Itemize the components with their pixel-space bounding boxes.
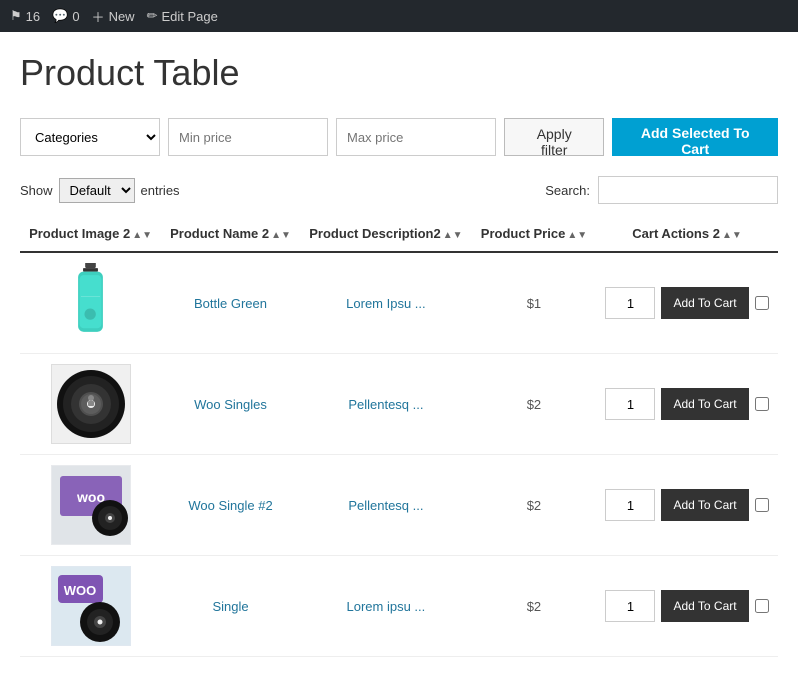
product-desc-cell: Pellentesq ... [300, 455, 472, 556]
table-row: WOO Single Lorem ipsu ... $2 [20, 556, 778, 657]
search-label: Search: [545, 183, 590, 198]
svg-text:WOO: WOO [63, 583, 96, 598]
cart-actions: Add To Cart [604, 489, 770, 521]
product-name-cell: Bottle Green [161, 252, 300, 354]
filter-bar: Categories Electronics Clothing Food App… [20, 118, 778, 156]
plus-icon: ＋ [92, 7, 105, 26]
product-desc-link[interactable]: Pellentesq ... [348, 498, 423, 513]
product-desc-link[interactable]: Lorem Ipsu ... [346, 296, 425, 311]
cart-actions: Add To Cart [604, 287, 770, 319]
product-table: Product Image 2▲▼ Product Name 2▲▼ Produ… [20, 216, 778, 657]
product-image-cell: WOO [20, 556, 161, 657]
sort-icon-name: ▲▼ [271, 230, 291, 241]
table-row: Bottle Green Lorem Ipsu ... $1 Add To Ca… [20, 252, 778, 354]
product-price-cell: $2 [472, 354, 596, 455]
page-title: Product Table [20, 52, 778, 94]
product-name-cell: Single [161, 556, 300, 657]
min-price-input[interactable] [168, 118, 328, 156]
admin-notification-count[interactable]: ⚑ 16 [10, 8, 40, 24]
col-name: Product Name 2▲▼ [161, 216, 300, 252]
add-to-cart-button[interactable]: Add To Cart [661, 489, 748, 521]
product-desc-link[interactable]: Lorem ipsu ... [347, 599, 426, 614]
search-input[interactable] [598, 176, 778, 204]
category-select[interactable]: Categories Electronics Clothing Food [20, 118, 160, 156]
entries-select[interactable]: Default 10 25 50 100 [59, 178, 135, 203]
cart-actions-cell: Add To Cart [596, 354, 778, 455]
product-desc-cell: Pellentesq ... [300, 354, 472, 455]
product-name-cell: Woo Single #2 [161, 455, 300, 556]
admin-new-button[interactable]: ＋ New [92, 7, 135, 26]
col-image: Product Image 2▲▼ [20, 216, 161, 252]
row-checkbox[interactable] [755, 599, 769, 613]
product-price-cell: $1 [472, 252, 596, 354]
product-name-cell: Woo Singles [161, 354, 300, 455]
row-checkbox[interactable] [755, 296, 769, 310]
sort-icon-actions: ▲▼ [722, 230, 742, 241]
col-actions: Cart Actions 2▲▼ [596, 216, 778, 252]
add-to-cart-button[interactable]: Add To Cart [661, 388, 748, 420]
add-selected-to-cart-button[interactable]: Add Selected To Cart [612, 118, 778, 156]
admin-comment-count[interactable]: 💬 0 [52, 8, 79, 24]
svg-text:woo: woo [76, 489, 105, 505]
bottle-image [51, 263, 131, 343]
product-image-cell [20, 252, 161, 354]
qty-input[interactable] [605, 388, 655, 420]
cart-actions-cell: Add To Cart [596, 556, 778, 657]
qty-input[interactable] [605, 287, 655, 319]
product-price-cell: $2 [472, 455, 596, 556]
cart-actions-cell: Add To Cart [596, 455, 778, 556]
page-content: Product Table Categories Electronics Clo… [0, 32, 798, 677]
product-name-link[interactable]: Bottle Green [194, 296, 267, 311]
product-image-cell [20, 354, 161, 455]
notification-icon: ⚑ [10, 8, 22, 24]
row-checkbox[interactable] [755, 498, 769, 512]
cart-actions: Add To Cart [604, 590, 770, 622]
show-entries-control: Show Default 10 25 50 100 entries [20, 178, 180, 203]
apply-filter-button[interactable]: Apply filter [504, 118, 604, 156]
admin-bar: ⚑ 16 💬 0 ＋ New ✏ Edit Page [0, 0, 798, 32]
product-name-link[interactable]: Woo Singles [194, 397, 267, 412]
search-bar: Search: [545, 176, 778, 204]
entries-label: entries [141, 183, 180, 198]
product-image-cell: woo [20, 455, 161, 556]
qty-input[interactable] [605, 590, 655, 622]
disc-image [51, 364, 131, 444]
woo-box-image: woo [51, 465, 131, 545]
table-header-row: Product Image 2▲▼ Product Name 2▲▼ Produ… [20, 216, 778, 252]
product-name-link[interactable]: Single [212, 599, 248, 614]
product-name-link[interactable]: Woo Single #2 [188, 498, 272, 513]
product-desc-link[interactable]: Pellentesq ... [348, 397, 423, 412]
show-label: Show [20, 183, 53, 198]
qty-input[interactable] [605, 489, 655, 521]
cart-actions-cell: Add To Cart [596, 252, 778, 354]
table-row: Woo Singles Pellentesq ... $2 Add To Car… [20, 354, 778, 455]
product-price-cell: $2 [472, 556, 596, 657]
col-description: Product Description2▲▼ [300, 216, 472, 252]
table-row: woo Woo Single #2 Pellentesq ... [20, 455, 778, 556]
sort-icon-desc: ▲▼ [443, 230, 463, 241]
row-checkbox[interactable] [755, 397, 769, 411]
admin-edit-page-button[interactable]: ✏ Edit Page [147, 8, 218, 24]
sort-icon-image: ▲▼ [132, 230, 152, 241]
add-to-cart-button[interactable]: Add To Cart [661, 590, 748, 622]
comment-icon: 💬 [52, 8, 68, 24]
product-desc-cell: Lorem ipsu ... [300, 556, 472, 657]
max-price-input[interactable] [336, 118, 496, 156]
product-desc-cell: Lorem Ipsu ... [300, 252, 472, 354]
cart-actions: Add To Cart [604, 388, 770, 420]
add-to-cart-button[interactable]: Add To Cart [661, 287, 748, 319]
table-controls: Show Default 10 25 50 100 entries Search… [20, 176, 778, 204]
col-price: Product Price▲▼ [472, 216, 596, 252]
woo-single-image: WOO [51, 566, 131, 646]
sort-icon-price: ▲▼ [567, 230, 587, 241]
pencil-icon: ✏ [147, 8, 158, 24]
